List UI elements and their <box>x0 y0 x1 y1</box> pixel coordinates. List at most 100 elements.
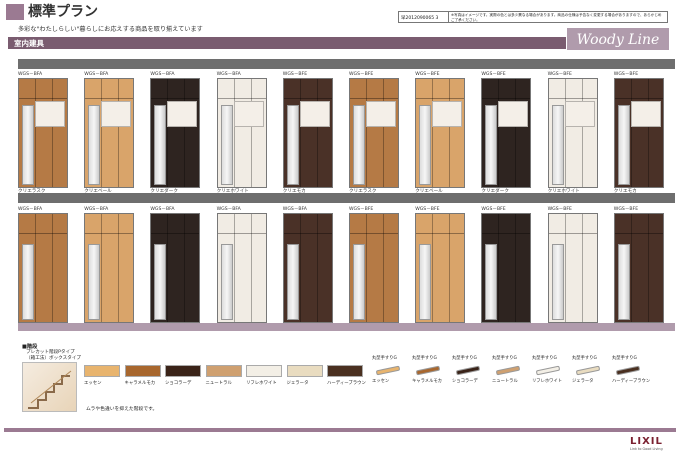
handrail-color-name: ジェラータ <box>572 379 594 384</box>
cabinet-illustration <box>547 213 598 323</box>
cabinet-door-split <box>647 214 649 322</box>
document-note: ※写真はイメージです。実際の色とは多少異なる場合があります。商品の仕様は予告なく… <box>451 13 662 22</box>
cabinet-illustration <box>613 213 664 323</box>
cabinet-door-split <box>250 214 252 322</box>
cabinet-upper-door <box>151 79 200 99</box>
bottom-frame-bar <box>4 428 676 432</box>
cabinet-door-split <box>564 214 566 322</box>
cabinet-illustration <box>547 78 598 188</box>
row2-title: 玄関収納 W1185ロッカー型ミラー付 <box>299 204 394 210</box>
cabinet-niche <box>366 101 396 127</box>
cabinet-upper-door <box>85 214 134 234</box>
cabinet-mirror <box>220 244 233 320</box>
cabinet-illustration <box>282 78 333 188</box>
handrail-label: 丸型手すりG <box>612 356 637 361</box>
cabinet-upper-door <box>548 214 597 234</box>
cabinet-mirror <box>617 244 630 320</box>
swatch-name: エッセン <box>84 381 102 386</box>
row2-title-bar: 玄関収納 W1185ロッカー型ミラー付 <box>18 193 675 210</box>
header-accent-block <box>6 4 24 20</box>
cabinet-door-split <box>167 214 169 322</box>
swatch-chip <box>124 365 161 377</box>
cabinet-door-split <box>184 79 186 187</box>
cabinet-mirror <box>551 244 564 320</box>
swatch-name: ジェラータ <box>286 381 309 386</box>
cabinet-door-split <box>299 79 301 187</box>
cabinet-illustration <box>349 213 399 323</box>
cabinet-door-split <box>118 79 120 187</box>
cabinet-upper-door <box>283 214 332 234</box>
cabinet-illustration <box>150 78 201 188</box>
cabinet-door-split <box>233 79 235 187</box>
swatch-chip <box>205 365 242 377</box>
handrail-color-name: リフレホワイト <box>532 379 563 384</box>
handrail-label: 丸型手すりG <box>452 356 477 361</box>
cabinet-illustration <box>18 78 68 188</box>
stairs-desc: プレカット階段Pタイプ （箱工法）ボックスタイプ <box>26 350 81 362</box>
cabinet-illustration <box>216 213 267 323</box>
cabinet-upper-door <box>217 79 266 99</box>
cabinet-door-split <box>581 214 583 322</box>
cabinet-illustration <box>349 78 399 188</box>
handrail-color-name: ハーディーブラウン <box>612 379 651 384</box>
cabinet-door-split <box>366 79 367 187</box>
cabinet-illustration <box>481 78 532 188</box>
handrail-label: 丸型手すりG <box>412 356 437 361</box>
cabinet-upper-door <box>151 214 200 234</box>
cabinet-mirror <box>617 105 630 185</box>
cabinet-upper-door <box>548 79 597 99</box>
cabinet-illustration <box>216 78 267 188</box>
cabinet-niche <box>564 101 595 127</box>
cabinet-mirror <box>353 244 365 320</box>
swatch-name: ニュートラル <box>205 381 232 386</box>
cabinet-mirror <box>154 105 167 185</box>
cabinet-niche <box>630 101 661 127</box>
cabinet-door-split <box>52 214 53 322</box>
cabinet-mirror <box>22 105 34 185</box>
lixil-tagline: Link to Good Living <box>630 447 663 451</box>
cabinet-upper-door <box>283 79 332 99</box>
cabinet-door-split <box>432 79 434 187</box>
lixil-logo: LIXIL <box>630 436 663 447</box>
cabinet-mirror <box>353 105 365 185</box>
cabinet-upper-door <box>19 79 67 99</box>
handrail-color-name: ショコラーデ <box>452 379 478 384</box>
cabinet-door-split <box>101 214 103 322</box>
row1-title-bar: 玄関収納 W1185コの字1型ミラー付 <box>18 59 675 76</box>
handrail-color-name: キャラメルモカ <box>412 379 442 384</box>
cabinet-illustration <box>84 213 135 323</box>
cabinet-upper-door <box>482 214 531 234</box>
cabinet-door-split <box>184 214 186 322</box>
cabinet-door-split <box>316 214 318 322</box>
handrail-color-name: エッセン <box>372 379 390 384</box>
cabinet-niche <box>167 101 198 127</box>
swatch-chip <box>286 365 323 377</box>
cabinet-illustration <box>84 78 135 188</box>
cabinet-door-split <box>383 79 384 187</box>
cabinet-illustration <box>481 213 532 323</box>
page-subtitle: 多彩な"わたしらしい"暮らしにお応えする商品を取り揃えています <box>18 26 203 33</box>
cabinet-door-split <box>432 214 434 322</box>
cabinet-mirror <box>22 244 34 320</box>
cabinet-upper-door <box>416 214 465 234</box>
cabinet-niche <box>299 101 330 127</box>
cabinet-mirror <box>88 105 101 185</box>
cabinet-mirror <box>154 244 167 320</box>
cabinet-door-split <box>498 214 500 322</box>
cabinet-door-split <box>52 79 53 187</box>
cabinet-niche <box>101 101 132 127</box>
cabinet-upper-door <box>350 214 398 234</box>
swatch-name: キャラメルモカ <box>124 381 156 386</box>
cabinet-door-split <box>647 79 649 187</box>
swatch-chip <box>165 365 201 377</box>
cabinet-upper-door <box>217 214 266 234</box>
stairs-label: ■階段 <box>22 344 38 350</box>
cabinet-illustration <box>415 213 466 323</box>
cabinet-niche <box>233 101 264 127</box>
cabinet-upper-door <box>416 79 465 99</box>
section-label: 室内建具 <box>14 39 44 48</box>
cabinet-door-split <box>449 214 451 322</box>
cabinet-mirror <box>485 244 498 320</box>
handrail-color-name: ニュートラル <box>492 379 518 384</box>
stairs-illustration <box>28 370 72 409</box>
